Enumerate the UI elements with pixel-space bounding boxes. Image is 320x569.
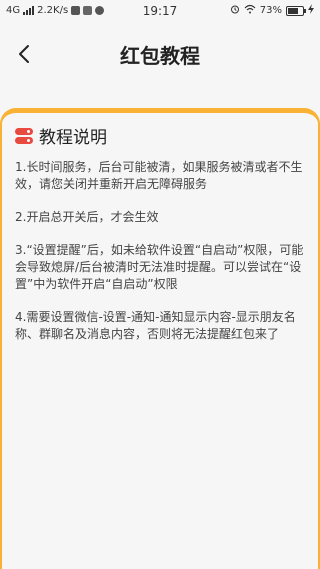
nav-bar: 红包教程 bbox=[0, 22, 320, 86]
wifi-icon bbox=[244, 4, 256, 17]
section-header: 教程说明 bbox=[15, 123, 107, 148]
tip-item: 1.长时间服务，后台可能被清，如果服务被清或者不生效，请您关闭并重新开启无障碍服… bbox=[15, 160, 303, 191]
tip-item: 3.“设置提醒”后，如未给软件设置“自启动”权限，可能会导致熄屏/后台被清时无法… bbox=[15, 243, 304, 291]
tip-item: 4.需要设置微信-设置-通知-通知显示内容-显示朋友名称、群聊名及消息内容，否则… bbox=[15, 310, 296, 341]
charging-icon bbox=[308, 4, 314, 17]
tips-list: 1.长时间服务，后台可能被清，如果服务被清或者不生效，请您关闭并重新开启无障碍服… bbox=[15, 159, 307, 359]
battery-fill bbox=[288, 7, 299, 14]
section-title: 教程说明 bbox=[39, 128, 107, 148]
toggle-icon bbox=[15, 127, 33, 144]
status-right: 73% bbox=[230, 4, 314, 17]
page-title: 红包教程 bbox=[120, 44, 200, 68]
battery-icon bbox=[286, 5, 306, 16]
tip-item: 2.开启总开关后，才会生效 bbox=[15, 210, 159, 224]
status-bar: 4G 2.2K/s 19:17 73% bbox=[0, 0, 320, 22]
battery-percent: 73% bbox=[259, 5, 282, 16]
tutorial-card: 教程说明 1.长时间服务，后台可能被清，如果服务被清或者不生效，请您关闭并重新开… bbox=[0, 108, 320, 569]
alarm-icon bbox=[230, 4, 240, 17]
